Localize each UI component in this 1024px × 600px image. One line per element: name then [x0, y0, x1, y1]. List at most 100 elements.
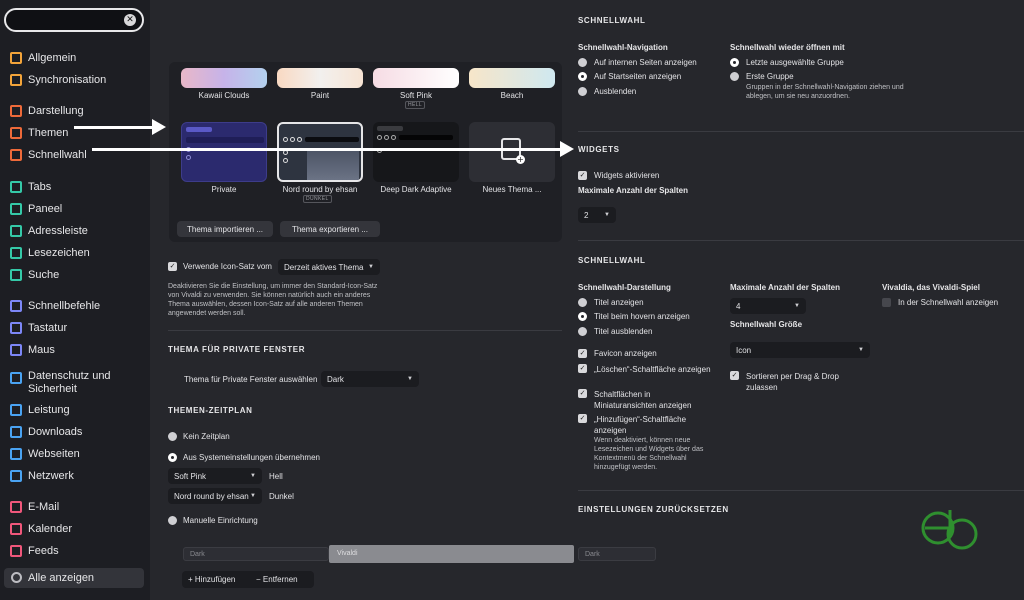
annotation-arrow — [74, 126, 154, 129]
gear-icon — [11, 572, 22, 583]
sidebar-item-lesezeichen[interactable]: Lesezeichen — [0, 243, 150, 263]
import-theme-button[interactable]: Thema importieren ... — [177, 221, 273, 237]
radio-titles-hover[interactable] — [578, 312, 587, 321]
add-button-checkbox[interactable]: ✓ — [578, 414, 587, 423]
columns-select[interactable]: 4 ▼ — [730, 298, 806, 314]
themes-pane: Kawaii Clouds Paint Soft Pink HELL Beach… — [150, 0, 574, 600]
theme-thumb-soft-pink[interactable] — [373, 68, 459, 88]
radio-manual[interactable] — [168, 516, 177, 525]
sidebar-item-maus[interactable]: Maus — [0, 340, 150, 360]
widgets-enable-checkbox[interactable]: ✓ — [578, 171, 587, 180]
show-all-button[interactable]: Alle anzeigen — [4, 568, 144, 588]
sort-drag-checkbox[interactable]: ✓ — [730, 371, 739, 380]
icon-set-select[interactable]: Derzeit aktives Thema ▼ — [278, 259, 380, 275]
sidebar-item-adressleiste[interactable]: Adressleiste — [0, 221, 150, 241]
radio-label: Kein Zeitplan — [183, 432, 230, 441]
new-theme-button[interactable]: + — [469, 122, 555, 182]
sidebar-item-tabs[interactable]: Tabs — [0, 177, 150, 197]
widgets-columns-select[interactable]: 2 ▼ — [578, 207, 616, 223]
radio-label: Auf internen Seiten anzeigen — [594, 58, 697, 67]
timeline-segment-vivaldi[interactable]: Vivaldi — [329, 545, 574, 563]
appearance-icon — [10, 105, 22, 117]
sidebar-item-feeds[interactable]: Feeds — [0, 541, 150, 561]
theme-thumb-deep-dark-adaptive[interactable] — [373, 122, 459, 182]
settings-sidebar: ✕ Allgemein Synchronisation Darstellung The… — [0, 0, 150, 600]
radio-no-schedule[interactable] — [168, 432, 177, 441]
radio-label: Erste Gruppe — [746, 72, 794, 81]
timeline-segment-dark-end[interactable]: Dark — [578, 547, 656, 561]
theme-thumb-beach[interactable] — [469, 68, 555, 88]
sidebar-item-leistung[interactable]: Leistung — [0, 400, 150, 420]
sidebar-item-label: Schnellbefehle — [28, 300, 101, 312]
icon-set-description: Deaktivieren Sie die Einstellung, um imm… — [168, 283, 378, 317]
sidebar-item-datenschutz-und-sicherheit[interactable]: Datenschutz und Sicherheit — [0, 368, 150, 398]
sidebar-item-e-mail[interactable]: E-Mail — [0, 497, 150, 517]
mouse-icon — [10, 344, 22, 356]
radio-nav-internal[interactable] — [578, 58, 587, 67]
theme-thumb-nord-round[interactable] — [277, 122, 363, 182]
columns-value: 4 — [736, 301, 741, 311]
light-theme-select[interactable]: Soft Pink ▼ — [168, 468, 262, 484]
radio-reopen-first[interactable] — [730, 72, 739, 81]
sidebar-item-schnellbefehle[interactable]: Schnellbefehle — [0, 296, 150, 316]
panel-icon — [10, 203, 22, 215]
sidebar-item-downloads[interactable]: Downloads — [0, 422, 150, 442]
display-heading: Schnellwahl-Darstellung — [578, 283, 671, 292]
private-theme-select[interactable]: Dark ▼ — [321, 371, 419, 387]
sidebar-item-label: Synchronisation — [28, 74, 107, 86]
keyboard-icon — [10, 322, 22, 334]
game-checkbox[interactable] — [882, 298, 891, 307]
icon-set-checkbox[interactable]: ✓ — [168, 262, 177, 271]
theme-name: Private — [211, 185, 237, 194]
radio-system[interactable] — [168, 453, 177, 462]
sidebar-item-allgemein[interactable]: Allgemein — [0, 48, 150, 68]
widgets-enable-label: Widgets aktivieren — [594, 171, 660, 180]
remove-button[interactable]: − Entfernen — [256, 575, 298, 584]
sidebar-item-darstellung[interactable]: Darstellung — [0, 101, 150, 121]
sidebar-item-suche[interactable]: Suche — [0, 265, 150, 285]
sidebar-item-tastatur[interactable]: Tastatur — [0, 318, 150, 338]
dark-label: Dunkel — [269, 492, 294, 501]
size-label: Schnellwahl Größe — [730, 320, 803, 329]
radio-hide-titles[interactable] — [578, 327, 587, 336]
radio-nav-startpages[interactable] — [578, 72, 587, 81]
theme-name: Nord round by ehsan — [282, 185, 358, 194]
radio-label: Auf Startseiten anzeigen — [594, 72, 682, 81]
search-input[interactable] — [16, 12, 116, 28]
sidebar-item-webseiten[interactable]: Webseiten — [0, 444, 150, 464]
clear-icon[interactable]: ✕ — [124, 14, 136, 26]
radio-show-titles[interactable] — [578, 298, 587, 307]
theme-thumb-private[interactable] — [181, 122, 267, 182]
sidebar-item-label: Tastatur — [28, 322, 68, 334]
theme-thumb-paint[interactable] — [277, 68, 363, 88]
theme-thumb-kawaii-clouds[interactable] — [181, 68, 267, 88]
sidebar-item-netzwerk[interactable]: Netzwerk — [0, 466, 150, 486]
widgets-columns-label: Maximale Anzahl der Spalten — [578, 186, 688, 195]
sidebar-item-synchronisation[interactable]: Synchronisation — [0, 70, 150, 90]
sidebar-item-paneel[interactable]: Paneel — [0, 199, 150, 219]
search-field[interactable]: ✕ — [4, 8, 144, 32]
timeline-segment-dark[interactable]: Dark — [183, 547, 329, 561]
radio-reopen-last[interactable] — [730, 58, 739, 67]
sidebar-item-label: Allgemein — [28, 52, 77, 64]
dark-theme-select[interactable]: Nord round by ehsan ▼ — [168, 488, 262, 504]
theme-gallery: Kawaii Clouds Paint Soft Pink HELL Beach… — [169, 62, 562, 242]
tabs-icon — [10, 181, 22, 193]
timeline-label: Dark — [585, 551, 600, 558]
sidebar-item-label: E-Mail — [28, 501, 60, 513]
size-select[interactable]: Icon ▼ — [730, 342, 870, 358]
delete-button-checkbox[interactable]: ✓ — [578, 364, 587, 373]
sidebar-item-kalender[interactable]: Kalender — [0, 519, 150, 539]
thumbnail-buttons-checkbox[interactable]: ✓ — [578, 389, 587, 398]
favicon-checkbox[interactable]: ✓ — [578, 349, 587, 358]
sort-drag-label: Sortieren per Drag & Drop zulassen — [746, 372, 839, 392]
radio-label: Manuelle Einrichtung — [183, 516, 258, 525]
radio-nav-hide[interactable] — [578, 87, 587, 96]
export-theme-button[interactable]: Thema exportieren ... — [280, 221, 380, 237]
sidebar-item-label: Schnellwahl — [28, 149, 87, 161]
plus-icon: + — [188, 575, 195, 584]
add-button[interactable]: + Hinzufügen — [188, 575, 235, 584]
sidebar-item-label: Adressleiste — [28, 225, 88, 237]
game-label: In der Schnellwahl anzeigen — [898, 298, 999, 307]
favicon-label: Favicon anzeigen — [594, 349, 657, 358]
